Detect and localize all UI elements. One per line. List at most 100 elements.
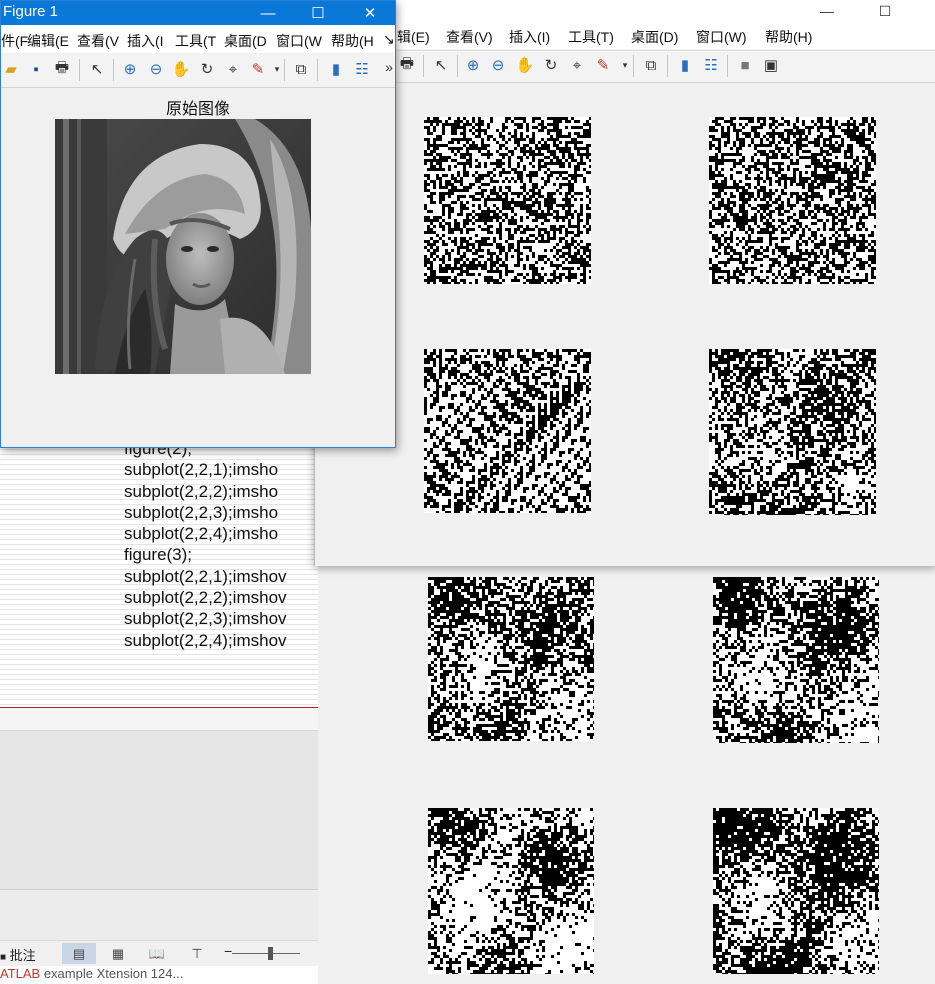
zoom-in-icon[interactable]: ⊕ xyxy=(463,55,483,75)
print-icon[interactable]: 🖶 xyxy=(52,59,72,79)
rotate-icon[interactable]: ↻ xyxy=(541,55,561,75)
data-cursor-icon[interactable]: ⌖ xyxy=(223,59,243,79)
toolbar-separator xyxy=(633,55,634,77)
fig2-image-4 xyxy=(709,349,876,515)
toolbar-overflow-button[interactable]: » xyxy=(379,57,399,77)
pan-icon[interactable]: ✋ xyxy=(515,55,535,75)
dropdown-icon[interactable]: ▾ xyxy=(615,55,635,75)
dock-icon[interactable]: ▣ xyxy=(761,55,781,75)
code-line: subplot(2,2,3);imshov xyxy=(124,609,287,629)
menu-tools[interactable]: 工具(T) xyxy=(568,27,614,47)
menu-help[interactable]: 帮助(H xyxy=(331,31,374,51)
fig2-toolbar: 🖶 ↖ ⊕ ⊖ ✋ ↻ ⌖ ✎ ▾ ⧉ ▮ ☷ ■ ▣ xyxy=(315,50,935,83)
menu-view[interactable]: 查看(V) xyxy=(446,27,493,47)
code-line: figure(3); xyxy=(124,545,193,565)
menu-desktop[interactable]: 桌面(D) xyxy=(631,27,678,47)
menu-edit[interactable]: 编辑(E xyxy=(27,31,69,51)
maximize-button[interactable]: ☐ xyxy=(863,0,907,22)
pointer-icon[interactable]: ↖ xyxy=(87,59,107,79)
colorbar-icon[interactable]: ▮ xyxy=(326,59,346,79)
menu-insert[interactable]: 插入(I) xyxy=(509,27,550,47)
pointer-icon[interactable]: ↖ xyxy=(431,55,451,75)
normal-view-icon: ▤ xyxy=(72,945,86,961)
zoom-out-icon[interactable]: ⊖ xyxy=(146,59,166,79)
slide-sorter-button[interactable]: ▦ xyxy=(101,943,135,964)
brush-icon[interactable]: ✎ xyxy=(593,55,613,75)
normal-view-button[interactable]: ▤ xyxy=(62,943,96,964)
minimize-button[interactable]: — xyxy=(243,1,293,25)
close-button[interactable]: ✕ xyxy=(345,1,395,25)
zoom-out-button[interactable]: − xyxy=(224,943,232,959)
comment-icon: ■ xyxy=(0,952,7,963)
fig3-image-4 xyxy=(713,808,879,974)
link-icon[interactable]: ⧉ xyxy=(291,59,311,79)
code-line: subplot(2,2,4);imsho xyxy=(124,524,279,544)
zoom-slider-track[interactable] xyxy=(232,953,300,954)
menu-view[interactable]: 查看(V xyxy=(77,31,119,51)
toolbar-separator xyxy=(423,55,424,77)
legend-icon[interactable]: ☷ xyxy=(352,59,372,79)
menu-desktop[interactable]: 桌面(D xyxy=(224,31,267,51)
toolbar-separator xyxy=(317,59,318,81)
pan-icon[interactable]: ✋ xyxy=(171,59,191,79)
menu-help[interactable]: 帮助(H) xyxy=(765,27,812,47)
code-line: subplot(2,2,2);imshov xyxy=(124,588,287,608)
data-cursor-icon[interactable]: ⌖ xyxy=(567,55,587,75)
rotate-icon[interactable]: ↻ xyxy=(197,59,217,79)
fig1-titlebar[interactable]: Figure 1 — ☐ ✕ xyxy=(1,1,395,25)
toolbar-separator xyxy=(284,59,285,81)
fig2-titlebar[interactable]: — ☐ xyxy=(315,0,935,22)
menu-insert[interactable]: 插入(I xyxy=(127,31,164,51)
brush-icon[interactable]: ✎ xyxy=(248,59,268,79)
editor-panel xyxy=(0,708,318,731)
fig2-image-1 xyxy=(424,117,591,284)
footer-rest: example Xtension 124... xyxy=(40,966,184,981)
grid-view-icon: ▦ xyxy=(111,945,125,961)
colorbar-icon[interactable]: ▮ xyxy=(675,55,695,75)
window-title: Figure 1 xyxy=(3,3,59,20)
status-bar: ■ 批注 ▤ ▦ 📖 ⊤ − xyxy=(0,940,318,967)
fig1-toolbar: ▰ ▪ 🖶 ↖ ⊕ ⊖ ✋ ↻ ⌖ ✎ ▾ ⧉ ▮ ☷ » xyxy=(1,53,395,88)
chevron-more-icon[interactable]: ↘ xyxy=(383,31,395,48)
toolbar-separator xyxy=(79,59,80,81)
code-line: subplot(2,2,3);imsho xyxy=(124,502,279,522)
reading-view-button[interactable]: 📖 xyxy=(140,943,174,964)
figure1-window: Figure 1 — ☐ ✕ 件(F 编辑(E 查看(V 插入(I 工具(T 桌… xyxy=(0,0,396,448)
slideshow-button[interactable]: ⊤ xyxy=(180,943,214,964)
minimize-icon: — xyxy=(260,4,276,22)
axes-title: 原始图像 xyxy=(165,101,230,118)
open-folder-icon[interactable]: ▰ xyxy=(1,59,21,79)
legend-icon[interactable]: ☷ xyxy=(701,55,721,75)
menu-window[interactable]: 窗口(W xyxy=(276,31,322,51)
print-icon[interactable]: 🖶 xyxy=(397,55,417,75)
zoom-in-icon[interactable]: ⊕ xyxy=(120,59,140,79)
figure2-window: — ☐ 辑(E) 查看(V) 插入(I) 工具(T) 桌面(D) 窗口(W) 帮… xyxy=(314,0,935,566)
toolbar-separator xyxy=(667,55,668,77)
toolbar-separator xyxy=(457,55,458,77)
link-icon[interactable]: ⧉ xyxy=(641,55,661,75)
save-icon[interactable]: ▪ xyxy=(26,59,46,79)
menu-window[interactable]: 窗口(W) xyxy=(696,27,747,47)
code-line: subplot(2,2,4);imshov xyxy=(124,630,287,650)
zoom-out-icon[interactable]: ⊖ xyxy=(488,55,508,75)
hide-tools-icon[interactable]: ■ xyxy=(735,55,755,75)
fig3-image-1 xyxy=(428,577,594,741)
notes-button[interactable]: ■ 批注 xyxy=(0,945,36,964)
menu-edit[interactable]: 辑(E) xyxy=(397,27,430,47)
fig1-menubar: 件(F 编辑(E 查看(V 插入(I 工具(T 桌面(D 窗口(W 帮助(H ↘ xyxy=(1,25,395,53)
maximize-icon: ☐ xyxy=(878,2,892,19)
fig2-image-2 xyxy=(709,117,876,284)
zoom-slider-handle[interactable] xyxy=(268,947,273,960)
menu-file[interactable]: 件(F xyxy=(1,31,28,51)
toolbar-separator xyxy=(113,59,114,81)
original-image xyxy=(55,119,311,374)
minimize-button[interactable]: — xyxy=(805,0,849,22)
code-area[interactable]: figure(2); subplot(2,2,1);imsho subplot(… xyxy=(124,438,318,651)
figure3-window xyxy=(318,566,935,984)
editor-panel xyxy=(0,890,318,940)
maximize-button[interactable]: ☐ xyxy=(293,1,343,25)
projector-icon: ⊤ xyxy=(191,945,203,961)
footer-highlight: ATLAB xyxy=(0,966,41,981)
maximize-icon: ☐ xyxy=(311,5,325,22)
menu-tools[interactable]: 工具(T xyxy=(175,31,216,51)
